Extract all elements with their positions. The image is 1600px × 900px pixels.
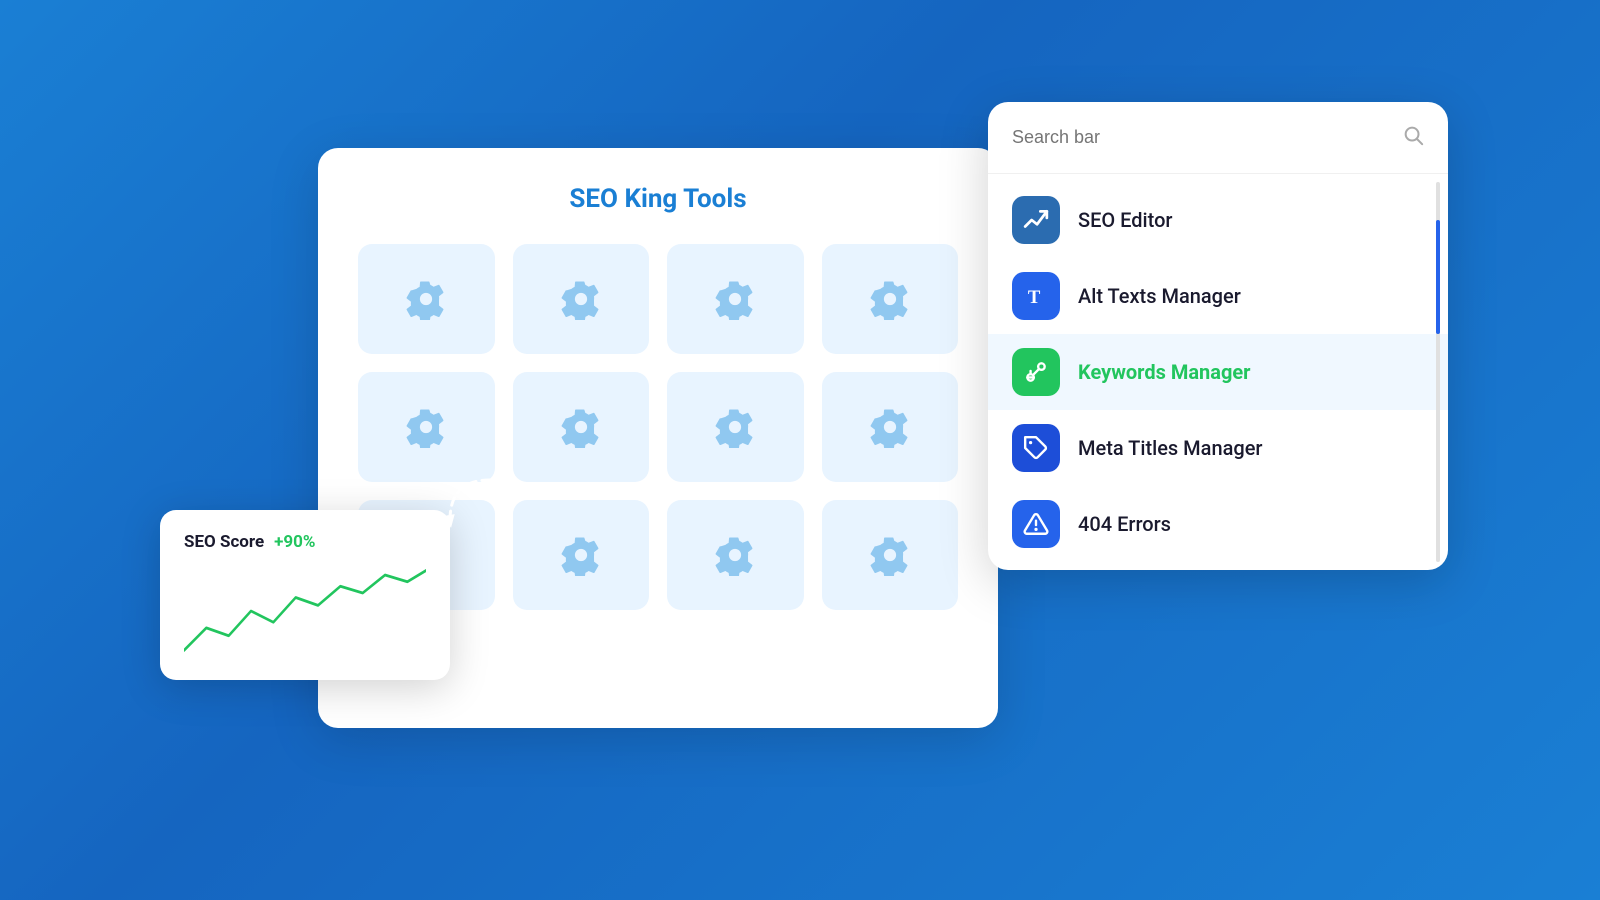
svg-text:T: T (1028, 287, 1041, 308)
meta-titles-icon (1012, 424, 1060, 472)
grid-item[interactable] (513, 244, 650, 354)
grid-item[interactable] (667, 372, 804, 482)
keywords-label: Keywords Manager (1078, 360, 1251, 384)
menu-item-meta-titles[interactable]: Meta Titles Manager (988, 410, 1448, 486)
meta-titles-label: Meta Titles Manager (1078, 436, 1262, 460)
search-input[interactable] (1012, 127, 1402, 148)
seo-editor-icon (1012, 196, 1060, 244)
menu-item-keywords[interactable]: Keywords Manager (988, 334, 1448, 410)
menu-item-alt-texts[interactable]: T Alt Texts Manager (988, 258, 1448, 334)
scroll-thumb (1436, 220, 1440, 334)
alt-texts-icon: T (1012, 272, 1060, 320)
gear-icon (869, 406, 911, 448)
grid-item[interactable] (822, 244, 959, 354)
seo-editor-label: SEO Editor (1078, 208, 1173, 232)
404-errors-label: 404 Errors (1078, 512, 1171, 536)
menu-item-seo-editor[interactable]: SEO Editor (988, 182, 1448, 258)
panel-title: SEO King Tools (350, 184, 966, 214)
gear-icon (560, 278, 602, 320)
gear-icon (869, 278, 911, 320)
gear-icon (405, 406, 447, 448)
search-bar-row (988, 102, 1448, 174)
grid-item[interactable] (513, 500, 650, 610)
keywords-icon (1012, 348, 1060, 396)
search-panel: SEO Editor T Alt Texts Manager (988, 102, 1448, 570)
seo-score-chart (184, 566, 426, 656)
gear-icon (869, 534, 911, 576)
grid-item[interactable] (667, 500, 804, 610)
grid-item[interactable] (513, 372, 650, 482)
seo-score-card: SEO Score +90% (160, 510, 450, 680)
gear-icon (560, 406, 602, 448)
search-icon (1402, 124, 1424, 151)
gear-icon (714, 406, 756, 448)
menu-item-404-errors[interactable]: 404 Errors (988, 486, 1448, 562)
menu-list: SEO Editor T Alt Texts Manager (988, 174, 1448, 570)
seo-score-header: SEO Score +90% (184, 532, 426, 552)
gear-icon (405, 278, 447, 320)
dashed-arrow-left (430, 460, 510, 540)
alt-texts-label: Alt Texts Manager (1078, 284, 1241, 308)
seo-score-label: SEO Score (184, 532, 264, 552)
404-errors-icon (1012, 500, 1060, 548)
gear-icon (714, 534, 756, 576)
gear-icon (714, 278, 756, 320)
grid-item[interactable] (822, 372, 959, 482)
grid-item[interactable] (358, 244, 495, 354)
grid-item[interactable] (667, 244, 804, 354)
dashed-arrow-right (930, 600, 1010, 680)
gear-icon (560, 534, 602, 576)
seo-score-value: +90% (274, 532, 315, 552)
scrollbar[interactable] (1436, 182, 1440, 562)
grid-item[interactable] (822, 500, 959, 610)
